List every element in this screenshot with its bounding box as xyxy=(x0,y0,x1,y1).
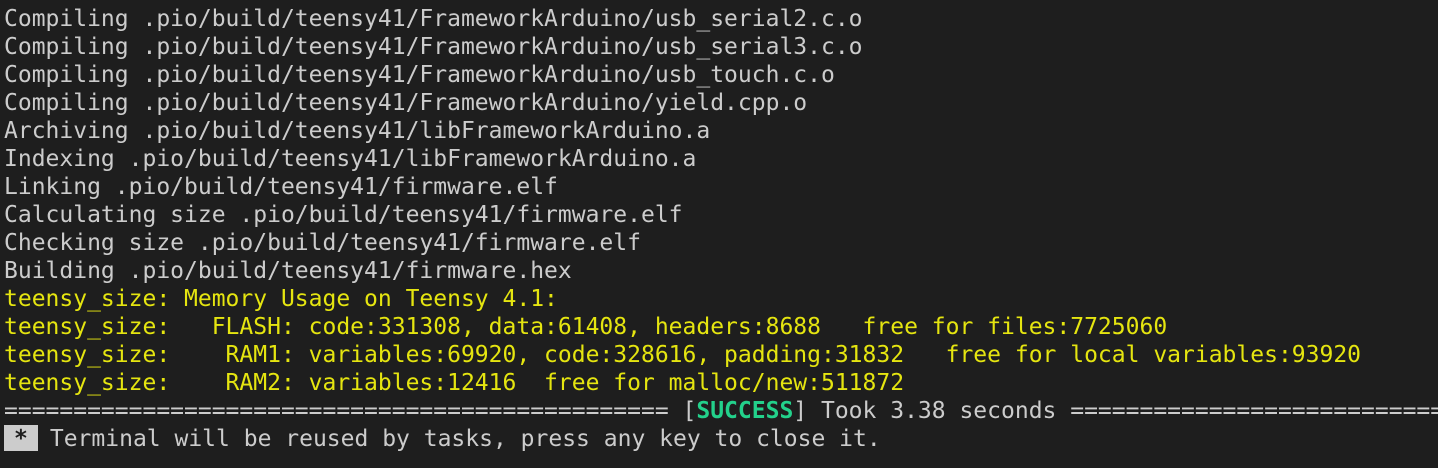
build-log-line: Archiving .pio/build/teensy41/libFramewo… xyxy=(4,118,711,144)
build-summary-line: ========================================… xyxy=(4,397,1438,425)
build-log-line: Indexing .pio/build/teensy41/libFramewor… xyxy=(4,146,697,172)
footer-message: Terminal will be reused by tasks, press … xyxy=(49,426,881,452)
build-log-line: Compiling .pio/build/teensy41/FrameworkA… xyxy=(4,34,863,60)
build-log-line: Compiling .pio/build/teensy41/FrameworkA… xyxy=(4,90,808,116)
summary-left-rule: ========================================… xyxy=(4,398,697,424)
asterisk-icon: * xyxy=(4,425,38,452)
build-log-line: Linking .pio/build/teensy41/firmware.elf xyxy=(4,174,558,200)
build-log-line: Compiling .pio/build/teensy41/FrameworkA… xyxy=(4,62,835,88)
success-status: SUCCESS xyxy=(696,398,794,424)
memory-usage-line: teensy_size: RAM2: variables:12416 free … xyxy=(4,370,905,396)
build-log-line: Checking size .pio/build/teensy41/firmwa… xyxy=(4,230,641,256)
terminal-output[interactable]: Compiling .pio/build/teensy41/FrameworkA… xyxy=(0,0,1438,468)
summary-right-text: ] Took 3.38 seconds ====================… xyxy=(793,398,1438,424)
build-log-line: Building .pio/build/teensy41/firmware.he… xyxy=(4,258,572,284)
build-log-line: Compiling .pio/build/teensy41/FrameworkA… xyxy=(4,6,863,32)
memory-usage-line: teensy_size: FLASH: code:331308, data:61… xyxy=(4,314,1168,340)
terminal-footer-line: * Terminal will be reused by tasks, press… xyxy=(4,425,1438,453)
memory-usage-line: teensy_size: RAM1: variables:69920, code… xyxy=(4,342,1362,368)
memory-usage-line: teensy_size: Memory Usage on Teensy 4.1: xyxy=(4,286,558,312)
build-log-line: Calculating size .pio/build/teensy41/fir… xyxy=(4,202,683,228)
